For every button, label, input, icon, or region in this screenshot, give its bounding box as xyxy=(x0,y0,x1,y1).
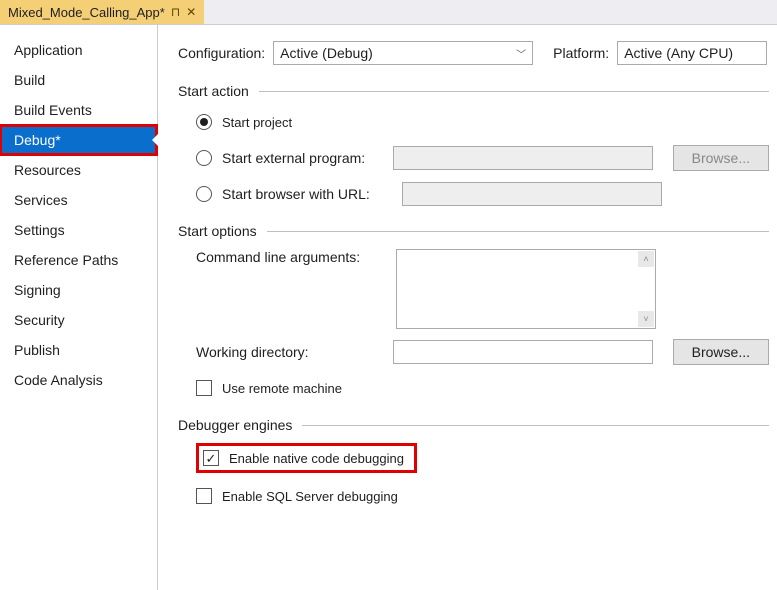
config-platform-row: Configuration: Active (Debug) ﹀ Platform… xyxy=(178,41,769,65)
start-project-radio[interactable] xyxy=(196,114,212,130)
highlight-annotation: Enable native code debugging xyxy=(196,443,417,473)
start-action-section: Start action Start project Start externa… xyxy=(178,83,769,207)
configuration-label: Configuration: xyxy=(178,45,265,61)
start-external-radio[interactable] xyxy=(196,150,212,166)
enable-sql-checkbox[interactable] xyxy=(196,488,212,504)
start-browser-radio[interactable] xyxy=(196,186,212,202)
document-tab[interactable]: Mixed_Mode_Calling_App* ⊓ ✕ xyxy=(0,0,204,24)
start-project-label: Start project xyxy=(222,115,292,130)
scroll-down-icon[interactable]: ˅ xyxy=(638,311,654,327)
work-dir-row: Working directory: Browse... xyxy=(196,339,769,365)
pin-icon[interactable]: ⊓ xyxy=(171,5,180,19)
divider xyxy=(302,425,769,426)
start-external-input[interactable] xyxy=(393,146,653,170)
chevron-down-icon: ﹀ xyxy=(516,46,526,61)
section-title: Debugger engines xyxy=(178,417,292,433)
configuration-value: Active (Debug) xyxy=(280,45,373,61)
debugger-engines-section: Debugger engines Enable native code debu… xyxy=(178,417,769,509)
sidebar-item-build[interactable]: Build xyxy=(0,65,157,95)
start-options-header: Start options xyxy=(178,223,769,239)
enable-native-label: Enable native code debugging xyxy=(229,451,404,466)
property-page-sidebar: Application Build Build Events Debug* Re… xyxy=(0,25,158,590)
sidebar-item-build-events[interactable]: Build Events xyxy=(0,95,157,125)
sidebar-item-publish[interactable]: Publish xyxy=(0,335,157,365)
document-tab-bar: Mixed_Mode_Calling_App* ⊓ ✕ xyxy=(0,0,777,25)
sidebar-item-code-analysis[interactable]: Code Analysis xyxy=(0,365,157,395)
remote-machine-checkbox[interactable] xyxy=(196,380,212,396)
work-dir-input[interactable] xyxy=(393,340,653,364)
start-browser-row: Start browser with URL: xyxy=(196,181,769,207)
configuration-combo[interactable]: Active (Debug) ﹀ xyxy=(273,41,533,65)
sidebar-item-debug[interactable]: Debug* xyxy=(0,125,157,155)
sidebar-item-application[interactable]: Application xyxy=(0,35,157,65)
start-browser-label: Start browser with URL: xyxy=(222,186,392,202)
sidebar-item-settings[interactable]: Settings xyxy=(0,215,157,245)
section-title: Start action xyxy=(178,83,249,99)
scroll-up-icon[interactable]: ˄ xyxy=(638,251,654,267)
sidebar-item-reference-paths[interactable]: Reference Paths xyxy=(0,245,157,275)
property-page-content: Configuration: Active (Debug) ﹀ Platform… xyxy=(158,25,777,590)
close-icon[interactable]: ✕ xyxy=(186,5,196,19)
start-options-section: Start options Command line arguments: ˄ … xyxy=(178,223,769,401)
browse-workdir-button[interactable]: Browse... xyxy=(673,339,769,365)
cmd-args-label: Command line arguments: xyxy=(196,249,386,265)
start-browser-input[interactable] xyxy=(402,182,662,206)
enable-sql-label: Enable SQL Server debugging xyxy=(222,489,398,504)
platform-combo[interactable]: Active (Any CPU) xyxy=(617,41,767,65)
workspace: Application Build Build Events Debug* Re… xyxy=(0,25,777,590)
browse-external-button[interactable]: Browse... xyxy=(673,145,769,171)
sidebar-item-services[interactable]: Services xyxy=(0,185,157,215)
cmd-args-textarea[interactable]: ˄ ˅ xyxy=(396,249,656,329)
start-external-label: Start external program: xyxy=(222,150,383,166)
remote-machine-row: Use remote machine xyxy=(196,375,769,401)
start-external-row: Start external program: Browse... xyxy=(196,145,769,171)
section-title: Start options xyxy=(178,223,257,239)
sidebar-item-signing[interactable]: Signing xyxy=(0,275,157,305)
start-project-row: Start project xyxy=(196,109,769,135)
sidebar-item-resources[interactable]: Resources xyxy=(0,155,157,185)
enable-native-checkbox[interactable] xyxy=(203,450,219,466)
platform-label: Platform: xyxy=(553,45,609,61)
debugger-engines-header: Debugger engines xyxy=(178,417,769,433)
document-tab-title: Mixed_Mode_Calling_App* xyxy=(8,5,165,20)
divider xyxy=(267,231,769,232)
divider xyxy=(259,91,769,92)
sql-debug-row: Enable SQL Server debugging xyxy=(196,483,769,509)
cmd-args-row: Command line arguments: ˄ ˅ xyxy=(196,249,769,329)
platform-value: Active (Any CPU) xyxy=(624,45,733,61)
native-debug-row: Enable native code debugging xyxy=(196,443,769,473)
remote-machine-label: Use remote machine xyxy=(222,381,342,396)
start-action-header: Start action xyxy=(178,83,769,99)
work-dir-label: Working directory: xyxy=(196,344,383,360)
sidebar-item-security[interactable]: Security xyxy=(0,305,157,335)
